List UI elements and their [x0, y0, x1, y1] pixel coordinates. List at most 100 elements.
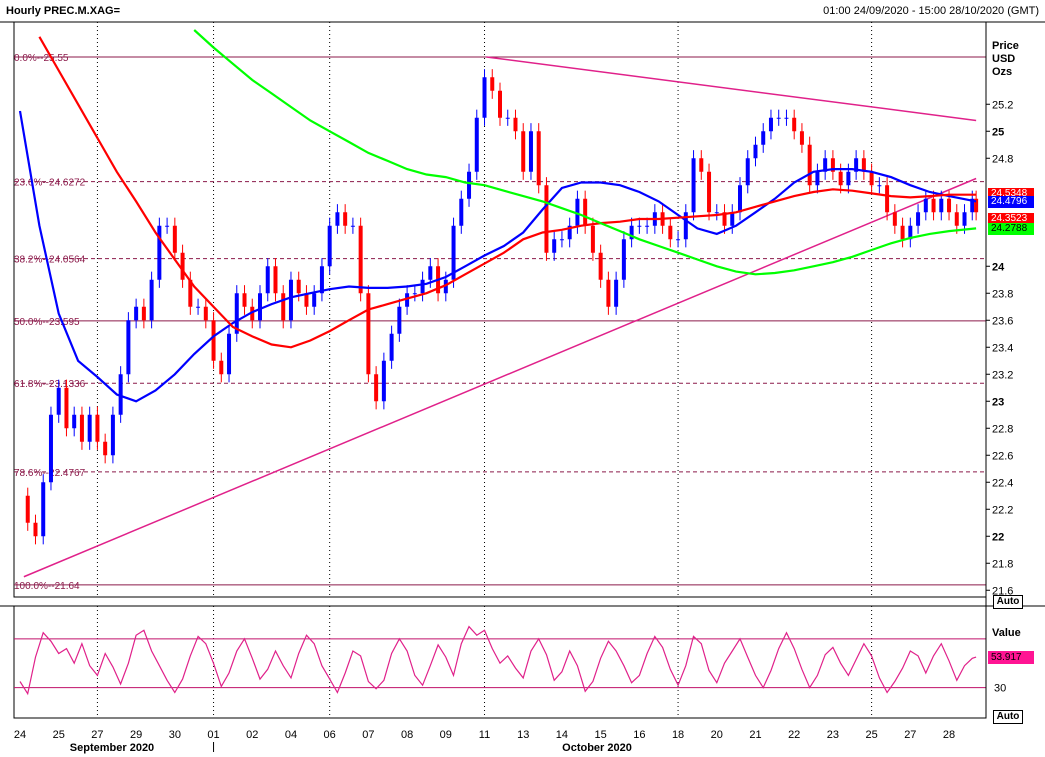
fibonacci-level-label: 0.0%--25.55	[14, 53, 69, 64]
price-candle-body	[962, 212, 967, 226]
price-axis-title: Price USD Ozs	[992, 40, 1019, 79]
price-candle-body	[792, 117, 797, 132]
price-tick-label: 23.2	[992, 369, 1013, 381]
price-candle-body	[598, 252, 603, 280]
indicator-auto-button[interactable]: Auto	[993, 710, 1023, 724]
price-candle-body	[110, 414, 115, 456]
price-candle-body	[869, 171, 874, 186]
day-label: 27	[91, 729, 103, 741]
price-candle-body	[892, 212, 897, 226]
price-candle-body	[157, 225, 162, 280]
price-tick-label: 23.8	[992, 288, 1013, 300]
price-candle-body	[296, 279, 301, 294]
fibonacci-level-label: 38.2%--24.0564	[14, 255, 86, 266]
oscillator-line	[19, 625, 977, 696]
date-range: 01:00 24/09/2020 - 15:00 28/10/2020 (GMT…	[823, 5, 1039, 17]
price-axis-title-line: Ozs	[992, 66, 1013, 78]
price-candle-body	[95, 414, 100, 442]
day-label: 01	[207, 729, 219, 741]
price-candle-body	[227, 333, 232, 375]
price-candle-body	[838, 171, 843, 186]
oscillator-panel	[14, 625, 986, 696]
day-label: 30	[169, 729, 181, 741]
chart-frame	[0, 21, 1045, 719]
month-label: September 2020	[70, 742, 154, 754]
price-candle-body	[498, 90, 502, 118]
day-label: 25	[53, 729, 65, 741]
price-candle-body	[149, 279, 154, 321]
price-candle-body	[691, 158, 696, 213]
price-candle-body	[846, 171, 851, 186]
price-tick-label: 23	[992, 396, 1004, 408]
price-candle-body	[273, 266, 278, 294]
price-candle-body	[490, 77, 495, 91]
day-label: 09	[440, 729, 452, 741]
price-candle-body	[459, 198, 464, 226]
price-candle-body	[916, 212, 921, 226]
price-candle-body	[312, 293, 317, 307]
price-axis: 25.2 25 24.8 24 23.8 23.6 23.4 23.2 23 22.8 22.6 22…	[985, 22, 1013, 718]
price-candle-body	[521, 131, 526, 172]
price-candle-body	[412, 293, 417, 295]
price-candle-body	[389, 333, 394, 361]
moving-average-line	[193, 29, 977, 276]
price-candle-body	[528, 131, 533, 172]
price-candle-body	[799, 131, 804, 145]
price-candle-body	[482, 77, 487, 118]
month-label: October 2020	[562, 742, 632, 754]
fibonacci-level-label: 50.0%--23.595	[14, 317, 80, 328]
price-candle-body	[319, 266, 324, 294]
price-candle-body	[614, 279, 619, 307]
price-candle-body	[707, 171, 712, 213]
day-label: 27	[904, 729, 916, 741]
price-candle-body	[699, 158, 704, 172]
day-label: 18	[672, 729, 684, 741]
price-candle-body	[877, 185, 882, 187]
trendline	[23, 177, 977, 578]
price-tick-label: 22	[992, 531, 1004, 543]
price-candle-body	[513, 117, 518, 132]
day-label: 24	[14, 729, 26, 741]
price-candle-body	[350, 225, 355, 227]
moving-averages	[18, 29, 977, 403]
price-candle-body	[714, 212, 719, 214]
price-candle-body	[180, 252, 185, 280]
fibonacci-level-label: 23.6%--24.6272	[14, 178, 86, 189]
indicator-tick-label: 30	[994, 683, 1006, 695]
price-candle-body	[374, 374, 379, 402]
price-value-tag: 24.4796	[988, 195, 1034, 208]
price-candle-body	[467, 171, 472, 199]
price-candle-body	[606, 279, 611, 307]
price-candle-body	[103, 441, 108, 456]
day-label: 08	[401, 729, 413, 741]
fibonacci-levels: 0.0%--25.55 23.6%--24.6272 38.2%--24.0564 5…	[14, 53, 986, 592]
indicator-value-tag: 53.917	[988, 652, 1034, 665]
price-candle-body	[474, 117, 479, 172]
price-candle-body	[165, 225, 170, 227]
price-candle-body	[79, 414, 84, 442]
price-tick-label: 22.4	[992, 477, 1013, 489]
price-candle-body	[590, 225, 595, 253]
price-candle-body	[41, 482, 46, 537]
day-label: 11	[479, 729, 490, 741]
price-candle-body	[807, 144, 812, 186]
price-auto-button[interactable]: Auto	[993, 595, 1023, 609]
price-candle-body	[327, 225, 332, 267]
day-label: 16	[633, 729, 645, 741]
price-candle-body	[738, 185, 742, 213]
price-candle-body	[559, 239, 564, 241]
price-tick-label: 21.8	[992, 558, 1013, 570]
day-label: 15	[595, 729, 607, 741]
time-axis: 24 25 27 29 30 01 02 04 06 07 08 09 11 13 14 15 16 18 20 21…	[14, 729, 955, 754]
price-candle-body	[583, 198, 588, 226]
price-candle-body	[265, 266, 270, 294]
price-tick-label: 25	[992, 126, 1004, 138]
day-label: 20	[711, 729, 723, 741]
price-candle-body	[885, 185, 890, 213]
price-candle-body	[753, 144, 758, 159]
price-candle-body	[335, 212, 340, 226]
price-candle-body	[745, 158, 750, 186]
day-label: 14	[556, 729, 568, 741]
price-candle-body	[544, 185, 549, 253]
price-tick-label: 22.6	[992, 450, 1013, 462]
